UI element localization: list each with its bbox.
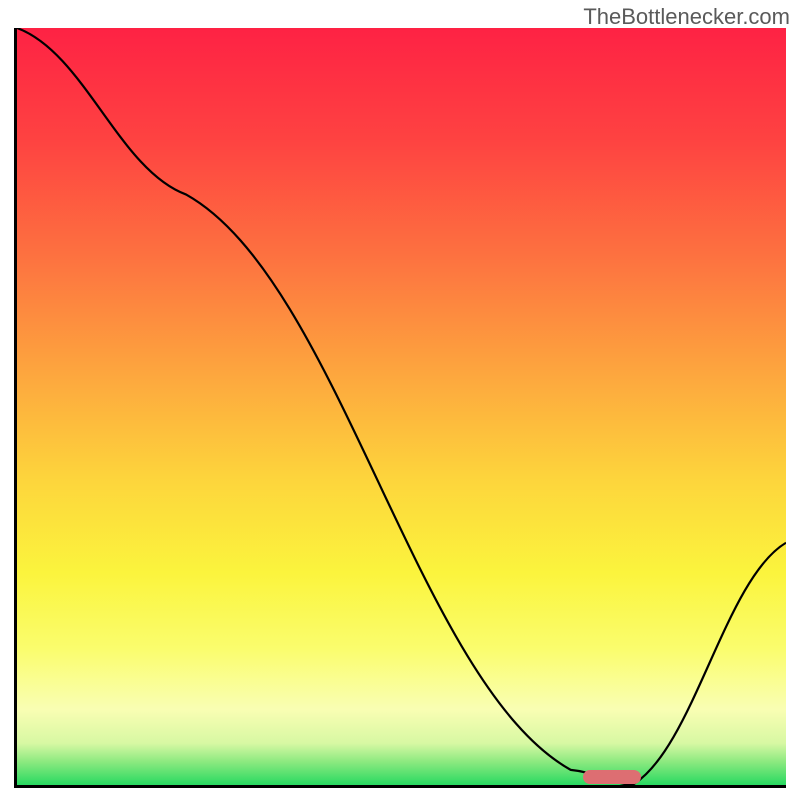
optimal-range-marker: [583, 770, 641, 784]
plot-area: [14, 28, 786, 788]
watermark-text: TheBottlenecker.com: [583, 4, 790, 30]
chart-curve: [17, 28, 786, 785]
